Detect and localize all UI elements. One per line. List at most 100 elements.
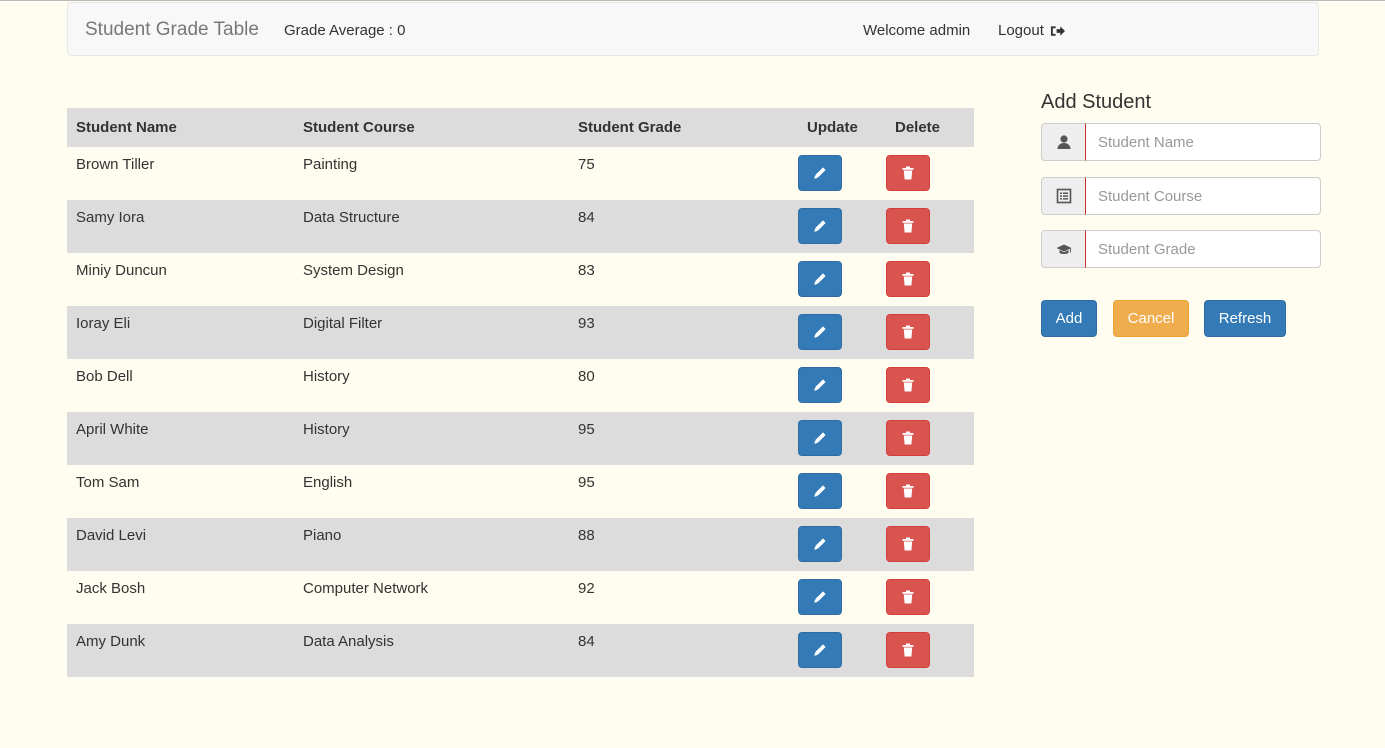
pencil-icon xyxy=(814,485,826,497)
pencil-icon xyxy=(814,379,826,391)
welcome-text: Welcome admin xyxy=(863,22,971,39)
add-button[interactable]: Add xyxy=(1041,300,1097,337)
update-cell xyxy=(798,359,886,412)
student-grade-cell: 95 xyxy=(578,421,595,438)
delete-button[interactable] xyxy=(886,632,930,668)
delete-cell xyxy=(886,412,974,465)
delete-cell xyxy=(886,359,974,412)
delete-button[interactable] xyxy=(886,473,930,509)
student-course-cell: Data Structure xyxy=(303,209,400,226)
student-table-container: Student Name Student Course Student Grad… xyxy=(67,108,974,677)
update-cell xyxy=(798,412,886,465)
update-cell xyxy=(798,253,886,306)
student-course-cell: History xyxy=(303,368,350,385)
student-name-cell: Brown Tiller xyxy=(76,156,155,173)
pencil-icon xyxy=(814,644,826,656)
grade-average: Grade Average : 0 xyxy=(284,22,406,39)
update-button[interactable] xyxy=(798,579,842,615)
student-course-cell: System Design xyxy=(303,262,404,279)
delete-button[interactable] xyxy=(886,579,930,615)
pencil-icon xyxy=(814,591,826,603)
update-button[interactable] xyxy=(798,314,842,350)
table-row: David Levi Piano 88 xyxy=(67,518,974,571)
pencil-icon xyxy=(814,432,826,444)
student-name-cell: David Levi xyxy=(76,527,147,544)
delete-button[interactable] xyxy=(886,261,930,297)
add-student-title: Add Student xyxy=(1041,91,1152,113)
student-grade-cell: 88 xyxy=(578,527,595,544)
navbar: Student Grade Table Grade Average : 0 We… xyxy=(67,2,1319,56)
pencil-icon xyxy=(814,220,826,232)
name-addon xyxy=(1041,123,1085,161)
table-row: Samy Iora Data Structure 84 xyxy=(67,200,974,253)
delete-cell xyxy=(886,253,974,306)
delete-cell xyxy=(886,571,974,624)
delete-button[interactable] xyxy=(886,420,930,456)
table-row: Ioray Eli Digital Filter 93 xyxy=(67,306,974,359)
delete-button[interactable] xyxy=(886,367,930,403)
student-name-cell: Amy Dunk xyxy=(76,633,146,650)
update-button[interactable] xyxy=(798,155,842,191)
student-name-cell: April White xyxy=(76,421,149,438)
education-icon xyxy=(1056,244,1071,254)
update-cell xyxy=(798,518,886,571)
update-button[interactable] xyxy=(798,632,842,668)
update-button[interactable] xyxy=(798,526,842,562)
table-row: April White History 95 xyxy=(67,412,974,465)
student-grade-cell: 83 xyxy=(578,262,595,279)
student-course-cell: Digital Filter xyxy=(303,315,383,332)
delete-button[interactable] xyxy=(886,155,930,191)
delete-button[interactable] xyxy=(886,526,930,562)
pencil-icon xyxy=(814,538,826,550)
student-name-input[interactable] xyxy=(1085,123,1321,161)
table-row: Miniy Duncun System Design 83 xyxy=(67,253,974,306)
update-button[interactable] xyxy=(798,367,842,403)
student-name-cell: Ioray Eli xyxy=(76,315,131,332)
pencil-icon xyxy=(814,167,826,179)
update-button[interactable] xyxy=(798,473,842,509)
header-update: Update xyxy=(807,119,858,136)
student-grade-cell: 93 xyxy=(578,315,595,332)
student-grade-cell: 84 xyxy=(578,209,595,226)
table-header-row: Student Name Student Course Student Grad… xyxy=(67,108,974,147)
delete-button[interactable] xyxy=(886,314,930,350)
delete-cell xyxy=(886,147,974,200)
student-course-cell: English xyxy=(303,474,353,491)
update-cell xyxy=(798,571,886,624)
table-row: Brown Tiller Painting 75 xyxy=(67,147,974,200)
header-student-name: Student Name xyxy=(76,119,177,136)
refresh-button[interactable]: Refresh xyxy=(1204,300,1286,337)
log-out-icon xyxy=(1050,25,1065,36)
student-grade-cell: 80 xyxy=(578,368,595,385)
trash-icon xyxy=(902,166,914,180)
student-name-cell: Tom Sam xyxy=(76,474,140,491)
trash-icon xyxy=(902,272,914,286)
add-student-panel: Add Student Student Name Student Course … xyxy=(1041,90,1321,337)
table-row: Bob Dell History 80 xyxy=(67,359,974,412)
cancel-button[interactable]: Cancel xyxy=(1113,300,1189,337)
student-grade-input[interactable] xyxy=(1085,230,1321,268)
student-course-cell: History xyxy=(303,421,350,438)
table-row: Amy Dunk Data Analysis 84 xyxy=(67,624,974,677)
delete-cell xyxy=(886,518,974,571)
logout-link[interactable]: Logout xyxy=(998,22,1065,39)
course-addon xyxy=(1041,177,1085,215)
app-title[interactable]: Student Grade Table xyxy=(85,19,259,41)
student-name-group xyxy=(1041,123,1321,161)
trash-icon xyxy=(902,537,914,551)
user-icon xyxy=(1057,135,1070,149)
delete-button[interactable] xyxy=(886,208,930,244)
student-name-cell: Miniy Duncun xyxy=(76,262,167,279)
student-grade-cell: 95 xyxy=(578,474,595,491)
student-table: Student Name Student Course Student Grad… xyxy=(67,108,974,677)
student-course-group xyxy=(1041,177,1321,215)
student-grade-cell: 92 xyxy=(578,580,595,597)
table-body: Brown Tiller Painting 75 Samy Iora Data Stru… xyxy=(67,147,974,677)
trash-icon xyxy=(902,590,914,604)
update-button[interactable] xyxy=(798,261,842,297)
student-course-input[interactable] xyxy=(1085,177,1321,215)
update-cell xyxy=(798,200,886,253)
update-button[interactable] xyxy=(798,420,842,456)
update-button[interactable] xyxy=(798,208,842,244)
delete-cell xyxy=(886,306,974,359)
